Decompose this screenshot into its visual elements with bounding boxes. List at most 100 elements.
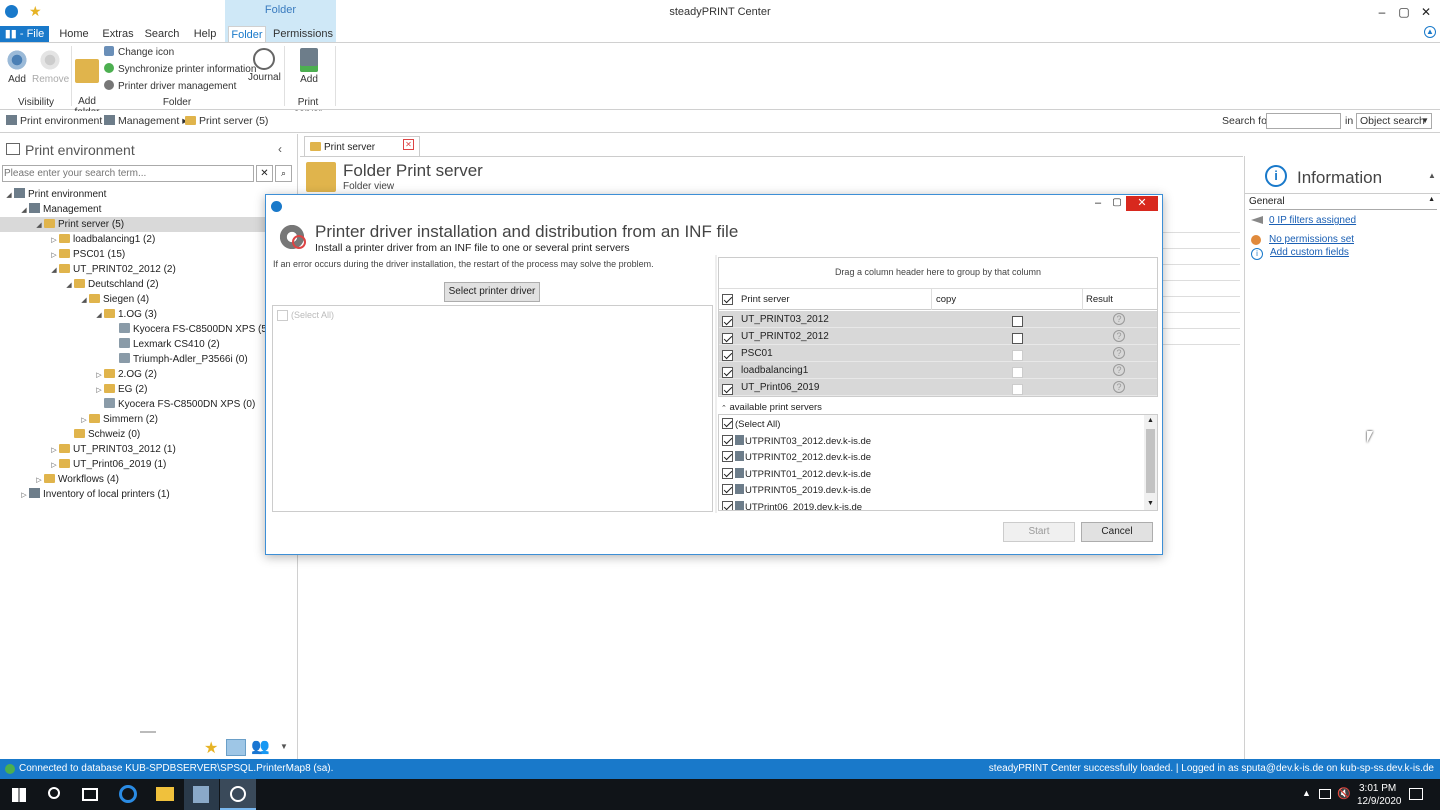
file-tab[interactable]: ▮▮ - File <box>0 26 49 42</box>
dialog-close-button[interactable]: ✕ <box>1126 196 1158 211</box>
copy-checkbox[interactable] <box>1012 350 1023 361</box>
dialog-maximize-button[interactable]: ▢ <box>1108 197 1126 213</box>
select-printer-driver-button[interactable]: Select printer driver <box>444 282 540 302</box>
collapsed-arrow-icon[interactable]: ▷ <box>94 368 104 383</box>
maximize-button[interactable]: ▢ <box>1393 3 1415 21</box>
tree-item[interactable]: ◢ Management <box>0 202 296 217</box>
table-row[interactable]: PSC01? <box>719 345 1157 362</box>
available-server-item[interactable]: (Select All) <box>719 418 780 434</box>
tree-item[interactable]: ◢ Deutschland (2) <box>0 277 296 292</box>
row-select-checkbox[interactable] <box>722 367 733 378</box>
table-row[interactable]: loadbalancing1? <box>719 362 1157 379</box>
select-all-drivers-checkbox[interactable] <box>277 310 288 321</box>
available-server-item[interactable]: UTPRINT03_2012.dev.k-is.de <box>719 434 871 451</box>
help-icon[interactable]: ▲ <box>1424 26 1436 38</box>
tree-item[interactable]: ▷ UT_PRINT03_2012 (1) <box>0 442 296 457</box>
ip-filters-link[interactable]: 0 IP filters assigned <box>1269 215 1356 226</box>
tree-item[interactable]: Kyocera FS-C8500DN XPS (0) <box>0 397 296 412</box>
clock-date[interactable]: 12/9/2020 <box>1357 796 1402 807</box>
add-print-server-button[interactable]: Add <box>296 48 322 85</box>
scroll-thumb[interactable] <box>1146 429 1155 493</box>
scroll-up-arrow[interactable]: ▲ <box>1144 415 1157 427</box>
visibility-add-button[interactable]: Add <box>4 48 30 85</box>
tree-item[interactable]: Triumph-Adler_P3566i (0) <box>0 352 296 367</box>
collapsed-arrow-icon[interactable]: ▷ <box>34 473 44 488</box>
dialog-minimize-button[interactable]: – <box>1089 197 1107 213</box>
row-select-checkbox[interactable] <box>722 333 733 344</box>
tab-print-server[interactable]: Print server ✕ <box>304 136 420 156</box>
minimize-button[interactable]: – <box>1371 3 1393 21</box>
tab-search[interactable]: Search <box>143 26 181 42</box>
collapsed-arrow-icon[interactable]: ▷ <box>49 443 59 458</box>
row-select-checkbox[interactable] <box>722 384 733 395</box>
close-button[interactable]: ✕ <box>1415 3 1437 21</box>
copy-checkbox[interactable] <box>1012 384 1023 395</box>
expanded-arrow-icon[interactable]: ◢ <box>4 188 14 203</box>
close-tab-icon[interactable]: ✕ <box>403 139 414 150</box>
tree-item[interactable]: ▷ PSC01 (15) <box>0 247 296 262</box>
copy-checkbox[interactable] <box>1012 367 1023 378</box>
collapsed-arrow-icon[interactable]: ▷ <box>79 413 89 428</box>
breadcrumb-item[interactable]: Management ▸ <box>104 115 188 127</box>
network-icon[interactable] <box>1319 789 1331 799</box>
scroll-down-arrow[interactable]: ▼ <box>1144 498 1157 510</box>
expanded-arrow-icon[interactable]: ◢ <box>49 263 59 278</box>
collapse-panel-icon[interactable]: ‹ <box>278 142 282 156</box>
available-server-item[interactable]: UTPRINT01_2012.dev.k-is.de <box>719 467 871 484</box>
table-row[interactable]: UT_PRINT02_2012? <box>719 328 1157 345</box>
available-server-checkbox[interactable] <box>722 500 733 510</box>
tree-item[interactable]: ▷ Inventory of local printers (1) <box>0 487 296 502</box>
notification-icon[interactable] <box>1409 788 1423 800</box>
tree-item[interactable]: ◢ Print environment <box>0 187 296 202</box>
tree-item[interactable]: ◢ Print server (5) <box>0 217 296 232</box>
custom-fields-link[interactable]: Add custom fields <box>1270 247 1349 258</box>
collapsed-arrow-icon[interactable]: ▷ <box>49 458 59 473</box>
column-header-print-server[interactable]: Print server <box>741 294 790 305</box>
tree-item[interactable]: ▷ EG (2) <box>0 382 296 397</box>
expanded-arrow-icon[interactable]: ◢ <box>34 218 44 233</box>
table-row[interactable]: UT_Print06_2019? <box>719 379 1157 396</box>
panel-splitter[interactable] <box>715 255 717 513</box>
clear-search-icon[interactable]: ✕ <box>256 165 273 182</box>
tree-item[interactable]: ◢ UT_PRINT02_2012 (2) <box>0 262 296 277</box>
tray-chevron-icon[interactable]: ▲ <box>1302 788 1311 798</box>
users-icon[interactable]: 👥 <box>251 737 270 755</box>
task-view-icon[interactable] <box>82 788 98 801</box>
object-search-input[interactable] <box>1266 113 1341 129</box>
clock-time[interactable]: 3:01 PM <box>1359 783 1396 794</box>
sync-printer-info-button[interactable]: Synchronize printer information <box>104 62 256 78</box>
available-server-checkbox[interactable] <box>722 467 733 479</box>
breadcrumb-item[interactable]: Print server (5) <box>185 115 268 127</box>
tree-search-field[interactable] <box>4 167 250 180</box>
expanded-arrow-icon[interactable]: ◢ <box>94 308 104 323</box>
server-app-icon[interactable] <box>184 779 219 810</box>
collapsed-arrow-icon[interactable]: ▷ <box>49 233 59 248</box>
expanded-arrow-icon[interactable]: ◢ <box>79 293 89 308</box>
tree-item[interactable]: ▷ UT_Print06_2019 (1) <box>0 457 296 472</box>
file-explorer-icon[interactable] <box>156 787 174 801</box>
tab-permissions[interactable]: Permissions <box>272 26 334 42</box>
change-icon-button[interactable]: Change icon <box>104 45 174 61</box>
row-select-checkbox[interactable] <box>722 316 733 327</box>
steadyprint-taskbar-icon[interactable] <box>220 779 256 810</box>
select-all-servers-checkbox[interactable] <box>722 294 733 305</box>
edge-browser-icon[interactable] <box>119 785 137 803</box>
start-button[interactable]: Start <box>1003 522 1075 542</box>
available-server-checkbox[interactable] <box>722 418 733 429</box>
scrollbar[interactable]: ▲ ▼ <box>1144 415 1157 510</box>
splitter-handle[interactable] <box>140 731 156 733</box>
search-icon[interactable]: ⌕ <box>275 165 292 182</box>
tree-item[interactable]: ◢ Siegen (4) <box>0 292 296 307</box>
column-header-result[interactable]: Result <box>1086 294 1113 305</box>
visibility-remove-button[interactable]: Remove <box>32 48 69 85</box>
available-server-item[interactable]: UTPrint06_2019.dev.k-is.de <box>719 500 862 510</box>
tab-home[interactable]: Home <box>56 26 92 42</box>
tree-item[interactable]: Kyocera FS-C8500DN XPS (5) <box>0 322 296 337</box>
printer-driver-management-button[interactable]: Printer driver management <box>104 79 236 95</box>
tree-item[interactable]: ▷ Workflows (4) <box>0 472 296 487</box>
breadcrumb-item[interactable]: Print environment ▸ <box>6 115 111 127</box>
available-server-item[interactable]: UTPRINT02_2012.dev.k-is.de <box>719 451 871 467</box>
search-icon[interactable] <box>48 787 60 799</box>
available-servers-toggle[interactable]: ⌃ available print servers <box>721 402 822 413</box>
copy-checkbox[interactable] <box>1012 333 1023 344</box>
